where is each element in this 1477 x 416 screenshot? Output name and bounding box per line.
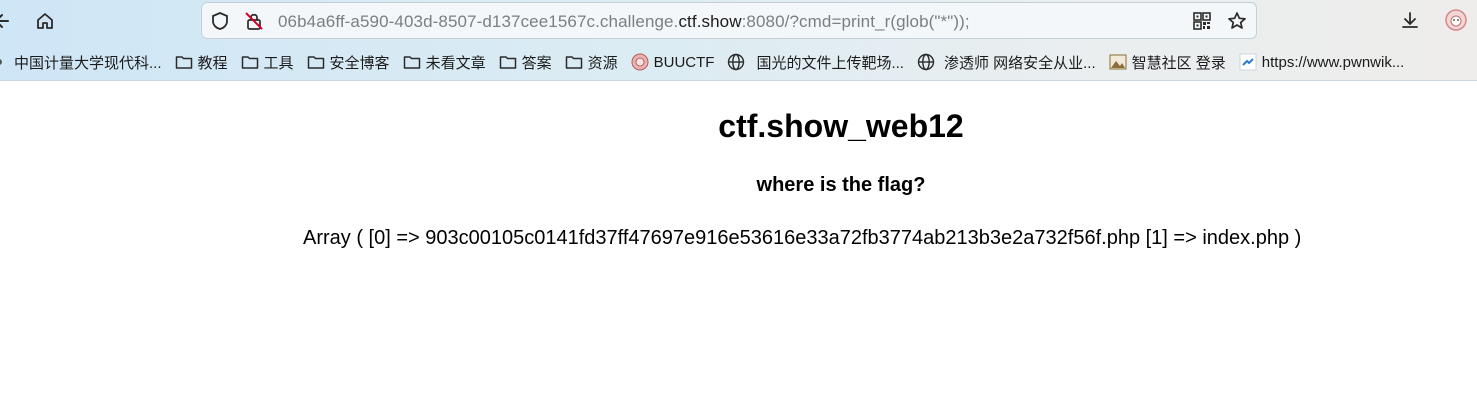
- bookmark-label: 国光的文件上传靶场...: [756, 54, 904, 72]
- folder-icon: [240, 52, 260, 72]
- bookmark-folder-answers[interactable]: 答案: [494, 48, 556, 76]
- bookmark-label: 安全博客: [329, 54, 390, 72]
- bookmark-star-icon[interactable]: [1227, 11, 1247, 31]
- qr-code-icon[interactable]: [1192, 11, 1212, 31]
- bookmark-label: 资源: [587, 54, 618, 72]
- bookmark-smart-community[interactable]: 智慧社区 登录: [1104, 48, 1230, 76]
- bookmark-pentester[interactable]: 渗透师 网络安全从业...: [912, 48, 1100, 76]
- bookmark-label: 教程: [197, 54, 228, 72]
- bookmark-pwnwiki[interactable]: https://www.pwnwik...: [1234, 48, 1409, 76]
- bookmark-label: 工具: [263, 54, 294, 72]
- buuctf-logo-icon: [630, 52, 650, 72]
- bookmark-label: 中国计量大学现代科...: [14, 54, 162, 72]
- folder-icon: [402, 52, 422, 72]
- bookmark-folder-resources[interactable]: 资源: [560, 48, 622, 76]
- picture-icon: [1108, 52, 1128, 72]
- folder-icon: [498, 52, 518, 72]
- globe-icon: [726, 52, 746, 72]
- bookmark-folder-unread[interactable]: 未看文章: [398, 48, 490, 76]
- bookmark-label: 渗透师 网络安全从业...: [943, 54, 1096, 72]
- address-bar[interactable]: 06b4a6ff-a590-403d-8507-d137cee1567c.cha…: [201, 2, 1257, 39]
- bookmark-folder-security-blogs[interactable]: 安全博客: [302, 48, 394, 76]
- url-prefix: 06b4a6ff-a590-403d-8507-d137cee1567c.cha…: [278, 12, 679, 31]
- back-arrow-icon[interactable]: [0, 6, 18, 36]
- link-icon: [1238, 52, 1258, 72]
- url-domain: ctf.show: [678, 12, 742, 31]
- folder-icon: [564, 52, 584, 72]
- folder-icon: [174, 52, 194, 72]
- bookmark-folder-tools[interactable]: 工具: [236, 48, 298, 76]
- globe-icon: [916, 52, 936, 72]
- bookmarks-toolbar: 中国计量大学现代科... 教程 工具 安全博客 未看文章 答案 资源 BUUCT…: [0, 48, 1477, 76]
- insecure-lock-icon[interactable]: [244, 11, 264, 31]
- profile-avatar-icon[interactable]: [1444, 8, 1468, 32]
- download-icon[interactable]: [1398, 8, 1422, 32]
- bookmark-label: 未看文章: [425, 54, 486, 72]
- bookmark-label: 智慧社区 登录: [1131, 54, 1226, 72]
- bookmark-label: 答案: [521, 54, 552, 72]
- page-title: ctf.show_web12: [718, 108, 964, 144]
- bookmark-label: https://www.pwnwik...: [1261, 53, 1405, 71]
- bookmark-folder-tutorials[interactable]: 教程: [170, 48, 232, 76]
- browser-chrome: 06b4a6ff-a590-403d-8507-d137cee1567c.cha…: [0, 0, 1477, 81]
- url-suffix: :8080/?cmd=print_r(glob("*"));: [741, 12, 970, 31]
- home-icon[interactable]: [30, 6, 60, 36]
- url-text[interactable]: 06b4a6ff-a590-403d-8507-d137cee1567c.cha…: [278, 12, 970, 32]
- folder-icon: [306, 52, 326, 72]
- command-output: Array ( [0] => 903c00105c0141fd37ff47697…: [303, 227, 1302, 249]
- bookmark-item-1[interactable]: 中国计量大学现代科...: [0, 48, 166, 76]
- bookmark-dot-icon: [0, 59, 2, 65]
- bookmark-buuctf[interactable]: BUUCTF: [626, 48, 719, 76]
- tracking-shield-icon[interactable]: [210, 11, 230, 31]
- bookmark-label: BUUCTF: [653, 53, 715, 71]
- page-subtitle: where is the flag?: [756, 174, 926, 196]
- bookmark-upload-labs[interactable]: 国光的文件上传靶场...: [722, 48, 908, 76]
